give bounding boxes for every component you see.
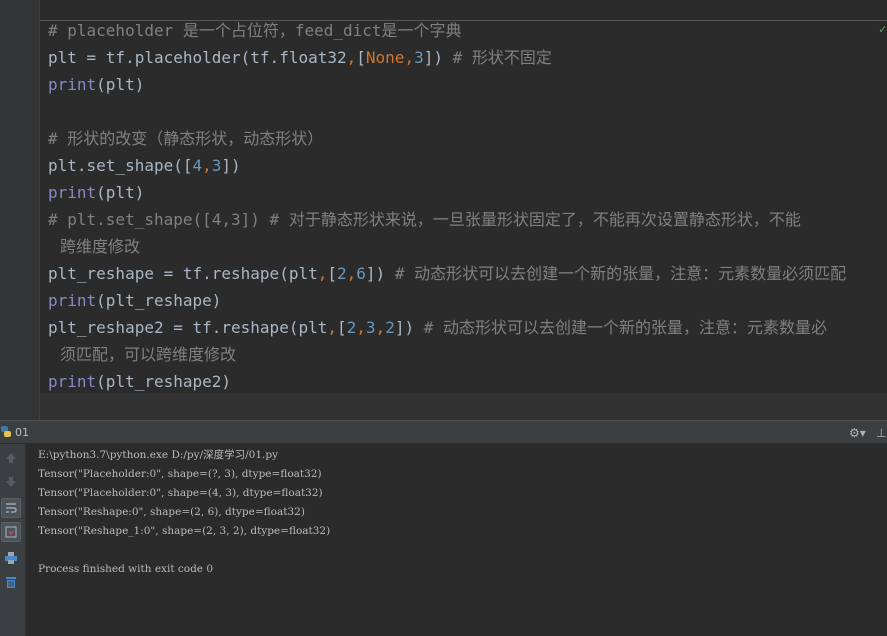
run-tab-label[interactable]: 01: [15, 426, 29, 439]
code-token: 3: [211, 156, 222, 175]
run-console[interactable]: E:\python3.7\python.exe D:/py/深度学习/01.py…: [27, 444, 887, 636]
code-token: # 动态形状可以去创建一个新的张量，注意：元素数量必: [423, 318, 828, 337]
code-token: print: [48, 75, 97, 94]
code-token: 须匹配，可以跨维度修改: [60, 345, 237, 364]
code-token: ]): [394, 318, 424, 337]
up-arrow-icon[interactable]: [1, 448, 21, 468]
code-token: print: [48, 183, 97, 202]
scroll-to-end-icon[interactable]: [1, 522, 21, 542]
code-line[interactable]: print(plt_reshape): [48, 287, 883, 314]
code-token: ,: [327, 318, 337, 337]
code-token: 3: [365, 318, 376, 337]
python-icon: [1, 426, 11, 437]
run-toolbar: [0, 444, 26, 636]
code-line[interactable]: 跨维度修改: [48, 233, 883, 260]
code-token: 6: [356, 264, 366, 283]
code-token: print: [48, 372, 97, 391]
code-token: print: [48, 291, 97, 310]
code-token: ,: [346, 48, 357, 67]
code-token: ,: [375, 318, 386, 337]
console-line: Tensor("Reshape:0", shape=(2, 6), dtype=…: [38, 506, 305, 518]
code-area[interactable]: # placeholder 是一个占位符，feed_dict是一个字典plt =…: [48, 17, 883, 395]
console-line: E:\python3.7\python.exe D:/py/深度学习/01.py: [38, 449, 279, 461]
code-token: plt_reshape2 = tf.reshape(plt: [48, 318, 328, 337]
code-line[interactable]: plt = tf.placeholder(tf.float32,[None,3]…: [48, 44, 883, 71]
editor-gutter[interactable]: [0, 0, 40, 420]
code-token: 2: [346, 318, 357, 337]
run-tool-window-header: 01 ⚙▾ ⊥: [0, 420, 887, 444]
hide-panel-icon[interactable]: ⊥: [876, 425, 886, 441]
code-token: [: [327, 264, 337, 283]
code-token: ,: [356, 318, 366, 337]
console-line: Tensor("Placeholder:0", shape=(?, 3), dt…: [38, 468, 322, 480]
code-token: ]): [221, 156, 241, 175]
code-token: ]): [423, 48, 453, 67]
code-token: 4: [192, 156, 203, 175]
code-token: (plt_reshape): [96, 291, 222, 310]
code-token: ,: [404, 48, 415, 67]
code-token: (plt_reshape2): [96, 372, 232, 391]
code-token: # plt.set_shape([4,3]) # 对于静态形状来说，一旦张量形状…: [48, 210, 801, 229]
code-editor[interactable]: ✓ # placeholder 是一个占位符，feed_dict是一个字典 plt…: [0, 0, 887, 420]
print-icon[interactable]: [1, 548, 21, 568]
code-token: # 动态形状可以去创建一个新的张量，注意：元素数量必须匹配: [394, 264, 847, 283]
console-output: E:\python3.7\python.exe D:/py/深度学习/01.py…: [38, 446, 330, 579]
code-token: ,: [346, 264, 357, 283]
code-token: ]): [365, 264, 395, 283]
code-token: [: [356, 48, 366, 67]
code-line[interactable]: print(plt_reshape2): [48, 368, 883, 395]
code-token: (plt): [96, 75, 145, 94]
code-token: plt = tf.placeholder(tf.float32: [48, 48, 347, 67]
code-token: plt_reshape = tf.reshape(plt: [48, 264, 318, 283]
current-line-highlight: [40, 393, 887, 420]
trash-icon[interactable]: [1, 572, 21, 592]
code-line[interactable]: # 形状的改变（静态形状，动态形状）: [48, 125, 883, 152]
code-token: 2: [337, 264, 347, 283]
down-arrow-icon[interactable]: [1, 472, 21, 492]
code-token: # 形状的改变（静态形状，动态形状）: [48, 129, 324, 148]
code-line[interactable]: # placeholder 是一个占位符，feed_dict是一个字典: [48, 17, 883, 44]
code-token: ,: [202, 156, 212, 175]
console-line: Tensor("Placeholder:0", shape=(4, 3), dt…: [38, 487, 323, 499]
code-line[interactable]: plt_reshape = tf.reshape(plt,[2,6]) # 动态…: [48, 260, 883, 287]
code-token: 跨维度修改: [60, 237, 141, 256]
code-line[interactable]: 须匹配，可以跨维度修改: [48, 341, 883, 368]
code-line[interactable]: plt_reshape2 = tf.reshape(plt,[2,3,2]) #…: [48, 314, 883, 341]
code-token: ,: [317, 264, 328, 283]
code-token: 3: [414, 48, 424, 67]
code-line[interactable]: plt.set_shape([4,3]): [48, 152, 883, 179]
code-line[interactable]: print(plt): [48, 179, 883, 206]
code-token: [: [337, 318, 347, 337]
code-token: (plt): [96, 183, 145, 202]
settings-gear-icon[interactable]: ⚙▾: [849, 425, 866, 441]
soft-wrap-icon[interactable]: [1, 498, 21, 518]
console-line: Tensor("Reshape_1:0", shape=(2, 3, 2), d…: [38, 525, 331, 537]
code-token: None: [365, 48, 405, 67]
code-line[interactable]: print(plt): [48, 71, 883, 98]
code-token: # placeholder 是一个占位符，feed_dict是一个字典: [48, 21, 462, 40]
code-token: # 形状不固定: [452, 48, 552, 67]
code-token: 2: [385, 318, 395, 337]
code-token: plt.set_shape([: [48, 156, 193, 175]
code-line[interactable]: [48, 98, 883, 125]
code-line[interactable]: # plt.set_shape([4,3]) # 对于静态形状来说，一旦张量形状…: [48, 206, 883, 233]
console-line: Process finished with exit code 0: [38, 563, 214, 575]
